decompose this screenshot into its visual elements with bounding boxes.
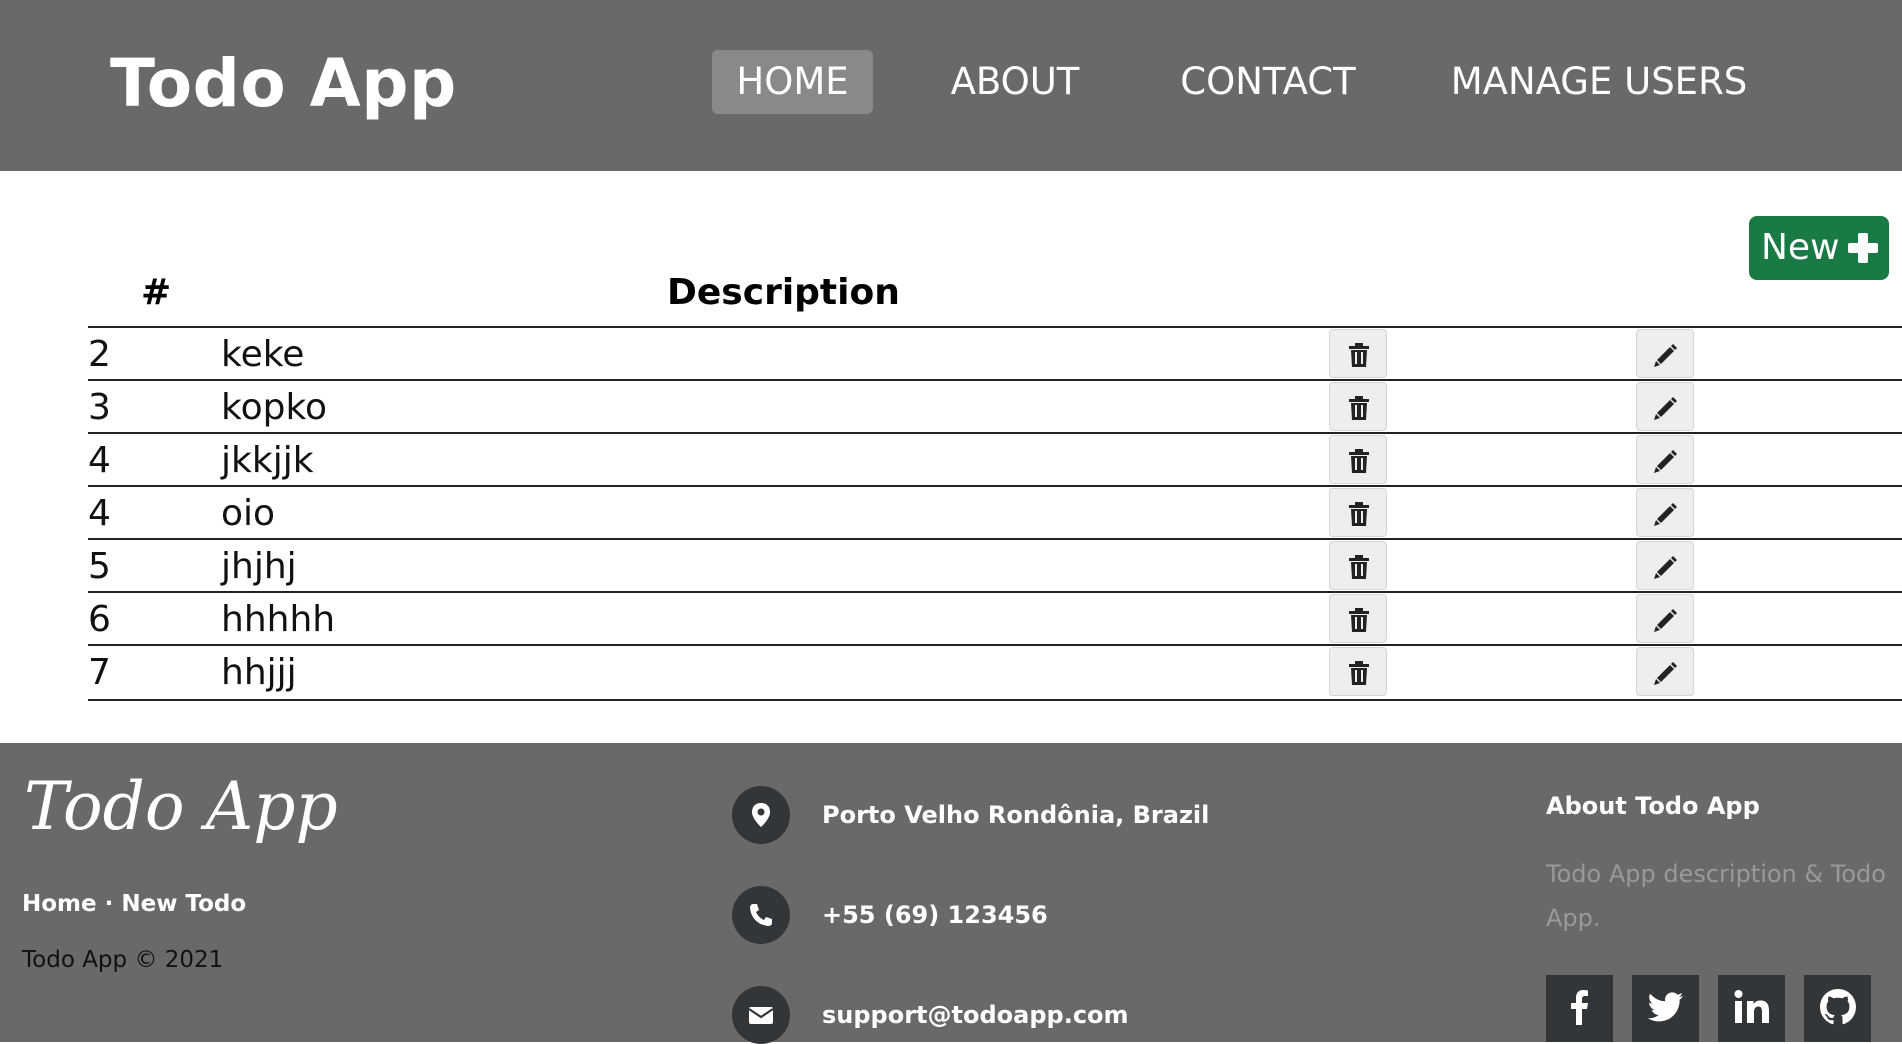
github-link[interactable] [1804, 975, 1871, 1042]
edit-button[interactable] [1636, 647, 1694, 696]
github-icon [1820, 989, 1856, 1025]
footer-link-separator: · [96, 891, 122, 917]
edit-button[interactable] [1636, 382, 1694, 431]
top-navbar: Todo App HOME ABOUT CONTACT MANAGE USERS [0, 0, 1902, 171]
footer-links: Home · New Todo [22, 889, 246, 919]
pencil-icon [1654, 556, 1677, 579]
new-todo-button[interactable]: New [1749, 216, 1889, 280]
twitter-link[interactable] [1632, 975, 1699, 1042]
email-link[interactable]: support@todoapp.com [822, 986, 1129, 1044]
row-number: 7 [88, 652, 111, 693]
facebook-icon [1571, 990, 1588, 1025]
about-text: Todo App description & Todo App. [1546, 860, 1886, 932]
trash-icon [1349, 608, 1369, 632]
delete-button[interactable] [1329, 541, 1387, 590]
row-number: 2 [88, 334, 111, 375]
pencil-icon [1654, 397, 1677, 420]
footer-copyright: Todo App © 2021 [22, 947, 224, 973]
delete-button[interactable] [1329, 329, 1387, 378]
trash-icon [1349, 396, 1369, 420]
pencil-icon [1654, 662, 1677, 685]
plus-icon [1848, 233, 1878, 263]
column-header-description: Description [667, 272, 900, 313]
footer-link-home[interactable]: Home [22, 891, 97, 917]
edit-button[interactable] [1636, 329, 1694, 378]
table-row: 2 keke [88, 326, 1902, 381]
table-row: 6 hhhhh [88, 591, 1902, 646]
row-number: 3 [88, 387, 111, 428]
table-row: 5 jhjhj [88, 538, 1902, 593]
delete-button[interactable] [1329, 488, 1387, 537]
nav-about[interactable]: ABOUT [932, 50, 1098, 114]
trash-icon [1349, 555, 1369, 579]
row-description: hhjjj [221, 652, 297, 693]
trash-icon [1349, 449, 1369, 473]
table-row: 4 oio [88, 485, 1902, 540]
delete-button[interactable] [1329, 382, 1387, 431]
edit-button[interactable] [1636, 594, 1694, 643]
phone-icon [750, 904, 772, 926]
nav-manage-users[interactable]: MANAGE USERS [1444, 50, 1754, 114]
row-description: kopko [221, 387, 328, 428]
row-description: keke [221, 334, 305, 375]
nav-contact[interactable]: CONTACT [1168, 50, 1368, 114]
address-text: Porto Velho Rondônia, Brazil [822, 801, 1210, 829]
pencil-icon [1654, 609, 1677, 632]
table-row: 4 jkkjjk [88, 432, 1902, 487]
row-number: 5 [88, 546, 111, 587]
trash-icon [1349, 343, 1369, 367]
footer-link-new-todo[interactable]: New Todo [121, 891, 246, 917]
twitter-icon [1647, 992, 1683, 1022]
new-button-label: New [1761, 227, 1840, 268]
footer-brand: Todo App [24, 768, 338, 845]
edit-button[interactable] [1636, 541, 1694, 590]
row-description: jkkjjk [221, 440, 314, 481]
linkedin-link[interactable] [1718, 975, 1785, 1042]
pencil-icon [1654, 450, 1677, 473]
envelope-icon [748, 1007, 774, 1024]
app-brand[interactable]: Todo App [110, 40, 457, 128]
row-description: jhjhj [221, 546, 297, 587]
table-row: 3 kopko [88, 379, 1902, 434]
pencil-icon [1654, 503, 1677, 526]
trash-icon [1349, 502, 1369, 526]
about-title: About Todo App [1546, 792, 1760, 820]
edit-button[interactable] [1636, 488, 1694, 537]
column-header-number: # [141, 272, 172, 313]
row-number: 6 [88, 599, 111, 640]
delete-button[interactable] [1329, 647, 1387, 696]
pencil-icon [1654, 344, 1677, 367]
delete-button[interactable] [1329, 594, 1387, 643]
edit-button[interactable] [1636, 435, 1694, 484]
nav-home[interactable]: HOME [712, 50, 873, 114]
trash-icon [1349, 661, 1369, 685]
phone-text: +55 (69) 123456 [822, 901, 1048, 929]
linkedin-icon [1734, 990, 1769, 1023]
row-description: hhhhh [221, 599, 336, 640]
table-row: 7 hhjjj [88, 644, 1902, 701]
row-description: oio [221, 493, 276, 534]
row-number: 4 [88, 493, 111, 534]
delete-button[interactable] [1329, 435, 1387, 484]
map-marker-icon [752, 803, 770, 827]
facebook-link[interactable] [1546, 975, 1613, 1042]
row-number: 4 [88, 440, 111, 481]
